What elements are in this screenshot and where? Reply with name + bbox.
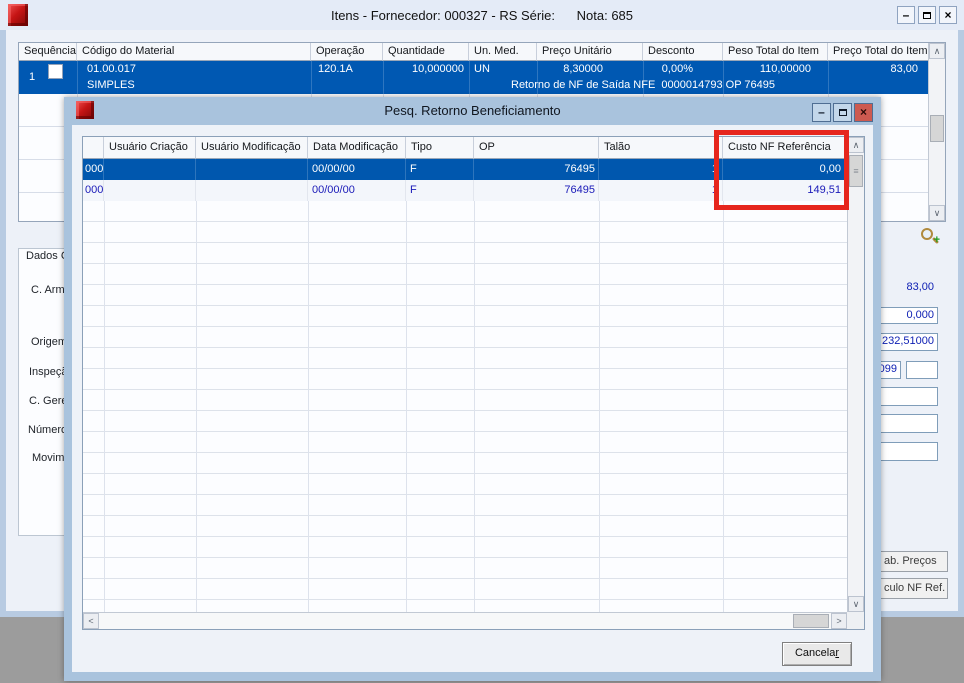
cell-tipo: F bbox=[406, 159, 474, 180]
row-peso-total: 110,00000 bbox=[759, 63, 811, 75]
column-header-usuario-modificacao[interactable]: Usuário Modificação bbox=[196, 137, 308, 159]
column-header-codigo[interactable]: Código do Material bbox=[77, 43, 311, 61]
cell-usuario-modificacao bbox=[196, 180, 308, 201]
table-row[interactable]: 1 01.00.017 SIMPLES 120.1A 10,000000 UN … bbox=[19, 61, 928, 94]
cell-custo-nf-referencia: 0,00 bbox=[819, 163, 841, 175]
cell-custo-nf-referencia: 149,51 bbox=[807, 184, 841, 196]
column-header-un-med[interactable]: Un. Med. bbox=[469, 43, 537, 61]
scroll-right-icon[interactable]: > bbox=[831, 613, 847, 629]
column-header-preco-total[interactable]: Preço Total do Item bbox=[828, 43, 928, 61]
vertical-scrollbar-thumb[interactable] bbox=[930, 115, 944, 142]
results-table-empty-rows bbox=[83, 201, 847, 612]
column-header-tipo[interactable]: Tipo bbox=[406, 137, 474, 159]
cell-talao: 1 bbox=[599, 159, 723, 180]
cell-talao: 1 bbox=[599, 180, 723, 201]
column-header-operacao[interactable]: Operação bbox=[311, 43, 383, 61]
zoom-add-icon[interactable]: + bbox=[920, 227, 940, 247]
row-codigo-descricao: SIMPLES bbox=[87, 79, 135, 91]
column-header-desconto[interactable]: Desconto bbox=[643, 43, 723, 61]
thumb-grip-icon: ≡ bbox=[853, 166, 859, 176]
dialog-minimize-button[interactable]: – bbox=[812, 103, 831, 122]
cell-usuario-modificacao bbox=[196, 159, 308, 180]
column-header-op[interactable]: OP bbox=[474, 137, 599, 159]
results-vertical-scrollbar[interactable]: ∧ ≡ ∨ bbox=[847, 137, 864, 612]
pesq-results-table: Usuário Criação Usuário Modificação Data… bbox=[82, 136, 865, 630]
scroll-down-icon[interactable]: ∨ bbox=[848, 596, 864, 612]
minimize-icon: – bbox=[902, 8, 910, 22]
dialog-maximize-button[interactable] bbox=[833, 103, 852, 122]
scroll-left-icon[interactable]: < bbox=[83, 613, 99, 629]
items-table-header: Sequência Código do Material Operação Qu… bbox=[19, 43, 928, 61]
minimize-icon: – bbox=[818, 105, 825, 119]
row-quantidade: 10,000000 bbox=[412, 63, 464, 75]
table-row[interactable]: 000 00/00/00 F 76495 1 149,51 bbox=[83, 180, 847, 201]
results-horizontal-scrollbar[interactable]: < > bbox=[83, 612, 847, 629]
column-header-sequencia[interactable]: Sequência bbox=[19, 43, 77, 61]
maximize-icon bbox=[923, 12, 931, 19]
close-button[interactable]: × bbox=[939, 6, 957, 24]
column-header-talao[interactable]: Talão bbox=[599, 137, 723, 159]
cell-code: 000 bbox=[83, 180, 104, 201]
row-desconto: 0,00% bbox=[661, 63, 693, 75]
cell-data-modificacao: 00/00/00 bbox=[308, 180, 406, 201]
desktop-background: Itens - Fornecedor: 000327 - RS Série: N… bbox=[0, 0, 964, 683]
column-header-usuario-criacao[interactable]: Usuário Criação bbox=[104, 137, 196, 159]
scroll-down-icon[interactable]: ∨ bbox=[929, 205, 945, 221]
pesq-retorno-beneficiamento-dialog: Pesq. Retorno Beneficiamento – × Usuário… bbox=[64, 97, 881, 681]
row-retorno-nf-text: Retorno de NF de Saída NFE 0000014793 OP… bbox=[511, 79, 775, 91]
main-window-titlebar[interactable]: Itens - Fornecedor: 000327 - RS Série: N… bbox=[0, 0, 964, 30]
column-header-custo-nf-referencia[interactable]: Custo NF Referência bbox=[723, 137, 847, 159]
column-header-quantidade[interactable]: Quantidade bbox=[383, 43, 469, 61]
row-preco-total: 83,00 bbox=[890, 63, 918, 75]
cell-code: 000 bbox=[83, 159, 104, 180]
field-label-origem: Origem bbox=[31, 336, 68, 348]
row-checkbox[interactable] bbox=[48, 64, 63, 79]
cancel-button[interactable]: Cancelar bbox=[782, 642, 852, 666]
close-icon: × bbox=[859, 105, 867, 119]
close-icon: × bbox=[944, 8, 952, 22]
cancel-button-label: Cancela bbox=[794, 647, 836, 659]
column-header-preco-unitario[interactable]: Preço Unitário bbox=[537, 43, 643, 61]
column-header-data-modificacao[interactable]: Data Modificação bbox=[308, 137, 406, 159]
dialog-title: Pesq. Retorno Beneficiamento bbox=[384, 103, 561, 118]
maximize-button[interactable] bbox=[918, 6, 936, 24]
main-window-title: Itens - Fornecedor: 000327 - RS Série: N… bbox=[330, 8, 634, 23]
field-label-c-gerencial: C. Gere bbox=[29, 395, 68, 407]
row-operacao: 120.1A bbox=[318, 63, 353, 75]
field-extra-input[interactable] bbox=[906, 361, 938, 379]
cell-usuario-criacao bbox=[104, 159, 196, 180]
field-label-numero: Número bbox=[28, 424, 68, 436]
cell-usuario-criacao bbox=[104, 180, 196, 201]
row-codigo: 01.00.017 bbox=[87, 63, 136, 75]
field-label-inspecao: Inspeçã bbox=[29, 366, 68, 378]
maximize-icon bbox=[838, 109, 847, 116]
table-row-selected[interactable]: 000 00/00/00 F 76495 1 0,00 bbox=[83, 159, 847, 180]
row-un-med: UN bbox=[474, 63, 490, 75]
minimize-button[interactable]: – bbox=[897, 6, 915, 24]
cell-op: 76495 bbox=[474, 159, 599, 180]
cell-data-modificacao: 00/00/00 bbox=[308, 159, 406, 180]
items-table-vertical-scrollbar[interactable]: ∧ ∨ bbox=[928, 43, 945, 221]
cancel-button-accelerator: r bbox=[835, 647, 840, 659]
column-header-peso-total[interactable]: Peso Total do Item bbox=[723, 43, 828, 61]
horizontal-scrollbar-thumb[interactable] bbox=[793, 614, 829, 628]
results-table-header: Usuário Criação Usuário Modificação Data… bbox=[83, 137, 847, 159]
scrollbar-corner bbox=[847, 612, 864, 629]
vertical-scrollbar-thumb[interactable]: ≡ bbox=[849, 155, 863, 187]
row-preco-unitario: 8,30000 bbox=[563, 63, 603, 75]
plus-icon: + bbox=[933, 234, 940, 246]
cell-op: 76495 bbox=[474, 180, 599, 201]
dialog-close-button[interactable]: × bbox=[854, 103, 873, 122]
panel-title-label: Dados C bbox=[26, 250, 69, 262]
row-sequence-number: 1 bbox=[29, 71, 36, 83]
scroll-up-icon[interactable]: ∧ bbox=[929, 43, 945, 59]
scroll-up-icon[interactable]: ∧ bbox=[848, 137, 864, 153]
column-header-code[interactable] bbox=[83, 137, 104, 159]
cell-tipo: F bbox=[406, 180, 474, 201]
